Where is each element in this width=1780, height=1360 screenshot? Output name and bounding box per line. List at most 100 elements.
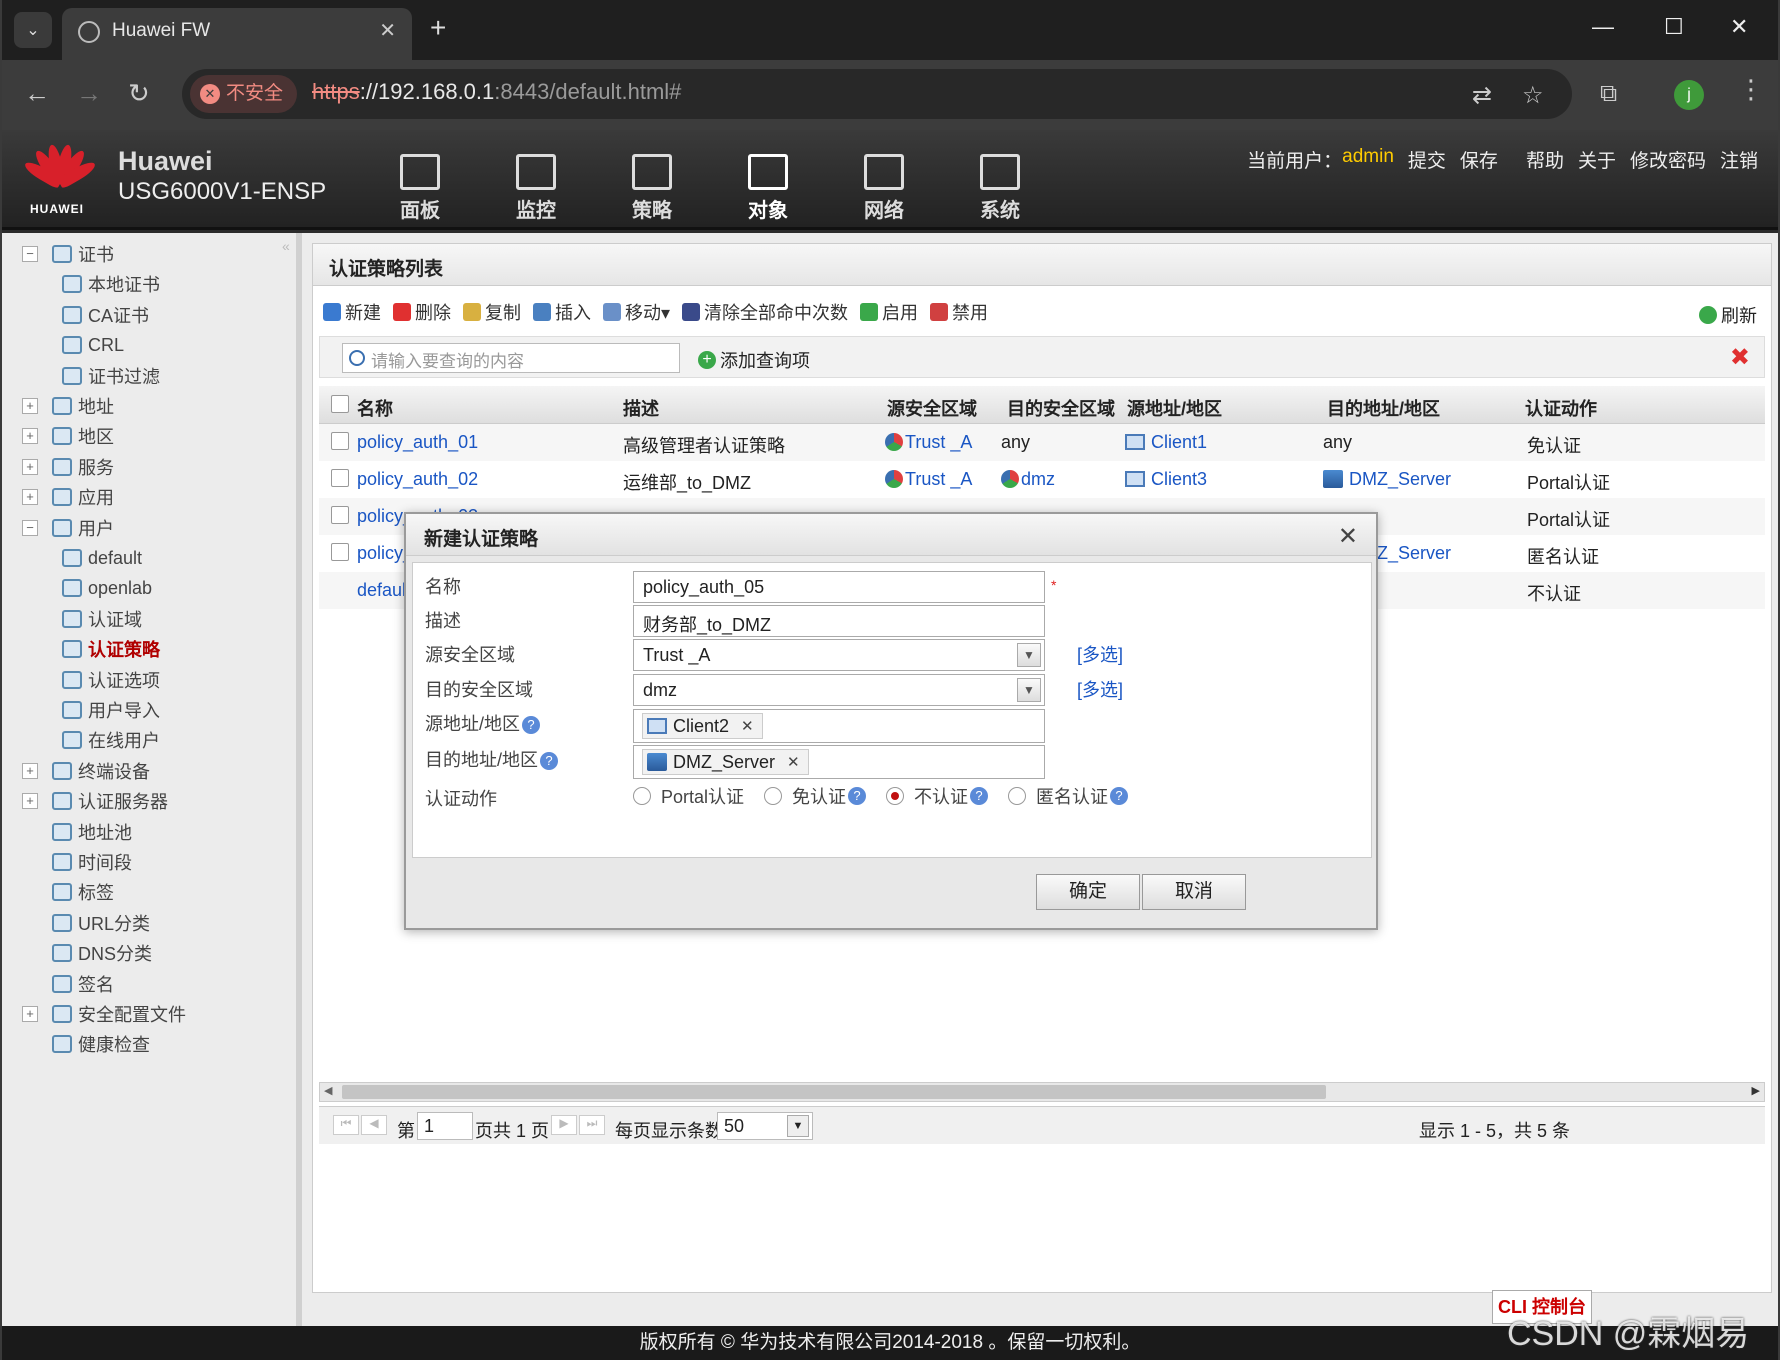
nav-dashboard[interactable]: 面板 (362, 154, 478, 223)
dest-zone-multiselect-link[interactable]: [多选] (1077, 676, 1123, 702)
new-tab-icon[interactable]: + (430, 12, 446, 44)
radio-anonymous[interactable]: 匿名认证? (1008, 783, 1129, 809)
enable-button[interactable]: 启用 (860, 299, 918, 325)
insert-button[interactable]: 插入 (533, 299, 591, 325)
address-bar[interactable]: 不安全 https://192.168.0.1:8443/default.htm… (182, 69, 1572, 119)
link-logout[interactable]: 注销 (1720, 146, 1758, 173)
scroll-right-icon[interactable]: ▶ (1752, 1084, 1760, 1097)
sidebar-item[interactable]: 认证域 (62, 604, 142, 634)
bookmark-star-icon[interactable]: ☆ (1522, 81, 1544, 110)
expand-icon[interactable]: + (22, 458, 38, 475)
last-page-icon[interactable]: ⏭ (579, 1115, 605, 1135)
radio-portal[interactable]: Portal认证 (633, 783, 744, 809)
sidebar-item[interactable]: DNS分类 (22, 938, 152, 968)
url-text[interactable]: https://192.168.0.1:8443/default.html# (312, 79, 681, 105)
horizontal-scrollbar[interactable]: ◀ ▶ (319, 1082, 1765, 1102)
remove-tag-icon[interactable]: ✕ (741, 717, 754, 735)
column-header[interactable]: 源地址/地区 (1127, 395, 1222, 421)
link-about[interactable]: 关于 (1578, 146, 1616, 173)
help-icon[interactable]: ? (848, 787, 867, 805)
link-change-password[interactable]: 修改密码 (1630, 146, 1706, 173)
sidebar-item[interactable]: + 安全配置文件 (22, 999, 186, 1029)
help-icon[interactable]: ? (540, 752, 559, 770)
sidebar-item[interactable]: openlab (62, 573, 152, 603)
row-checkbox[interactable] (331, 543, 349, 561)
delete-button[interactable]: 删除 (393, 299, 451, 325)
sidebar-item[interactable]: 标签 (22, 877, 114, 907)
table-cell-dst-zone[interactable]: dmz (1001, 469, 1055, 490)
table-cell-src-addr[interactable]: Client1 (1125, 432, 1207, 453)
sidebar-item[interactable]: + 服务 (22, 452, 114, 482)
sidebar-item[interactable]: 时间段 (22, 847, 132, 877)
column-header[interactable]: 名称 (357, 395, 393, 421)
link-submit[interactable]: 提交 (1408, 146, 1446, 173)
collapse-icon[interactable]: − (22, 519, 38, 536)
new-button[interactable]: 新建 (323, 299, 381, 325)
not-secure-badge[interactable]: 不安全 (190, 75, 298, 113)
reload-icon[interactable]: ↻ (128, 78, 150, 109)
disable-button[interactable]: 禁用 (930, 299, 988, 325)
radio-no-auth[interactable]: 不认证? (886, 783, 989, 809)
copy-button[interactable]: 复制 (463, 299, 521, 325)
nav-policy[interactable]: 策略 (594, 154, 710, 223)
sidebar-item[interactable]: URL分类 (22, 908, 150, 938)
browser-tab[interactable]: Huawei FW ✕ (62, 8, 412, 60)
sidebar-item[interactable]: + 地区 (22, 421, 114, 451)
cancel-button[interactable]: 取消 (1142, 874, 1246, 910)
ok-button[interactable]: 确定 (1036, 874, 1140, 910)
sidebar-item[interactable]: − 用户 (22, 513, 114, 543)
sidebar-item[interactable]: 用户导入 (62, 695, 160, 725)
sidebar-item[interactable]: − 证书 (22, 239, 114, 269)
link-help[interactable]: 帮助 (1526, 146, 1564, 173)
column-header[interactable]: 目的安全区域 (1007, 395, 1115, 421)
clear-hit-count-button[interactable]: 清除全部命中次数 (682, 299, 848, 325)
table-cell-name[interactable]: default (357, 580, 411, 601)
table-cell-name[interactable]: policy_auth_02 (357, 469, 478, 490)
nav-system[interactable]: 系统 (942, 154, 1058, 223)
column-header[interactable]: 目的地址/地区 (1327, 395, 1440, 421)
description-input[interactable]: 财务部_to_DMZ (633, 605, 1045, 637)
sidebar-item[interactable]: CRL (62, 330, 124, 360)
help-icon[interactable]: ? (522, 716, 541, 734)
sidebar-item[interactable]: 签名 (22, 969, 114, 999)
expand-icon[interactable]: + (22, 762, 38, 779)
sidebar-item[interactable]: + 地址 (22, 391, 114, 421)
radio-exempt[interactable]: 免认证? (764, 783, 867, 809)
help-icon[interactable]: ? (1110, 787, 1129, 805)
sidebar-item[interactable]: 证书过滤 (62, 361, 160, 391)
table-cell-name[interactable]: policy_auth_01 (357, 432, 478, 453)
table-cell-src-zone[interactable]: Trust _A (885, 432, 972, 453)
forward-icon[interactable]: → (76, 78, 102, 109)
sidebar-item[interactable]: 认证策略 (62, 634, 160, 664)
dialog-close-icon[interactable]: ✕ (1338, 522, 1358, 551)
nav-network[interactable]: 网络 (826, 154, 942, 223)
translate-icon[interactable]: ⇄ (1472, 81, 1492, 110)
next-page-icon[interactable]: ▶ (551, 1115, 577, 1135)
row-checkbox[interactable] (331, 432, 349, 450)
source-address-field[interactable]: Client2 ✕ (633, 709, 1045, 743)
row-checkbox[interactable] (331, 469, 349, 487)
sidebar-item[interactable]: 地址池 (22, 817, 132, 847)
extensions-icon[interactable]: ⧉ (1600, 80, 1617, 108)
sidebar-item[interactable]: 认证选项 (62, 665, 160, 695)
tab-close-icon[interactable]: ✕ (379, 18, 396, 43)
clear-search-icon[interactable]: ✖ (1730, 343, 1750, 372)
sidebar-item[interactable]: + 终端设备 (22, 756, 150, 786)
table-cell-dst-addr[interactable]: DMZ_Server (1323, 469, 1451, 490)
link-save[interactable]: 保存 (1460, 146, 1498, 173)
dest-zone-select[interactable]: dmz ▼ (633, 674, 1045, 706)
table-cell-src-addr[interactable]: Client3 (1125, 469, 1207, 490)
collapse-sidebar-icon[interactable]: « (282, 238, 290, 254)
sidebar-item[interactable]: + 应用 (22, 482, 114, 512)
dest-address-field[interactable]: DMZ_Server ✕ (633, 745, 1045, 779)
nav-object[interactable]: 对象 (710, 154, 826, 223)
remove-tag-icon[interactable]: ✕ (787, 753, 800, 771)
sidebar-item[interactable]: CA证书 (62, 300, 149, 330)
window-close-icon[interactable]: ✕ (1730, 14, 1748, 40)
maximize-icon[interactable]: ☐ (1664, 14, 1684, 40)
sidebar-item[interactable]: 本地证书 (62, 269, 160, 299)
back-icon[interactable]: ← (24, 78, 50, 109)
expand-icon[interactable]: + (22, 398, 38, 414)
profile-avatar[interactable]: j (1674, 80, 1704, 110)
expand-icon[interactable]: + (22, 428, 38, 445)
